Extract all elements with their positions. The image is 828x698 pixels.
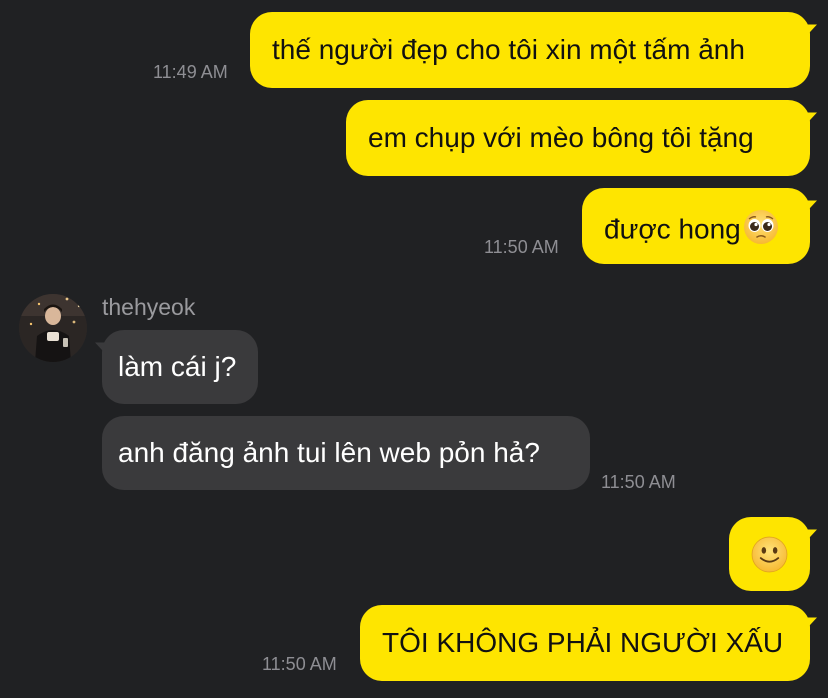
outgoing-message-bubble[interactable]: em chụp với mèo bông tôi tặng [346, 100, 810, 176]
outgoing-message-bubble[interactable]: TÔI KHÔNG PHẢI NGƯỜI XẤU [360, 605, 810, 681]
message-timestamp: 11:50 AM [601, 472, 676, 492]
message-timestamp: 11:50 AM [262, 654, 337, 674]
message-text: TÔI KHÔNG PHẢI NGƯỜI XẤU [382, 627, 784, 658]
outgoing-message-bubble[interactable]: được hong [582, 188, 810, 264]
avatar[interactable] [19, 294, 87, 362]
sender-name: thehyeok [102, 294, 196, 320]
outgoing-message-bubble[interactable]: thế người đẹp cho tôi xin một tấm ảnh [250, 12, 810, 88]
incoming-message-bubble[interactable]: làm cái j? [102, 330, 258, 404]
slightly-smiling-face-emoji-icon [751, 536, 788, 581]
message-text: làm cái j? [118, 351, 237, 382]
message-timestamp: 11:49 AM [153, 62, 228, 82]
outgoing-message-bubble[interactable] [729, 517, 810, 591]
message-timestamp: 11:50 AM [484, 237, 559, 257]
incoming-message-bubble[interactable]: anh đăng ảnh tui lên web pỏn hả? [102, 416, 590, 490]
pleading-face-emoji-icon [743, 209, 779, 253]
message-text: anh đăng ảnh tui lên web pỏn hả? [118, 437, 540, 468]
message-text: thế người đẹp cho tôi xin một tấm ảnh [272, 34, 745, 65]
message-text: em chụp với mèo bông tôi tặng [368, 122, 754, 153]
message-text: được hong [604, 213, 741, 245]
